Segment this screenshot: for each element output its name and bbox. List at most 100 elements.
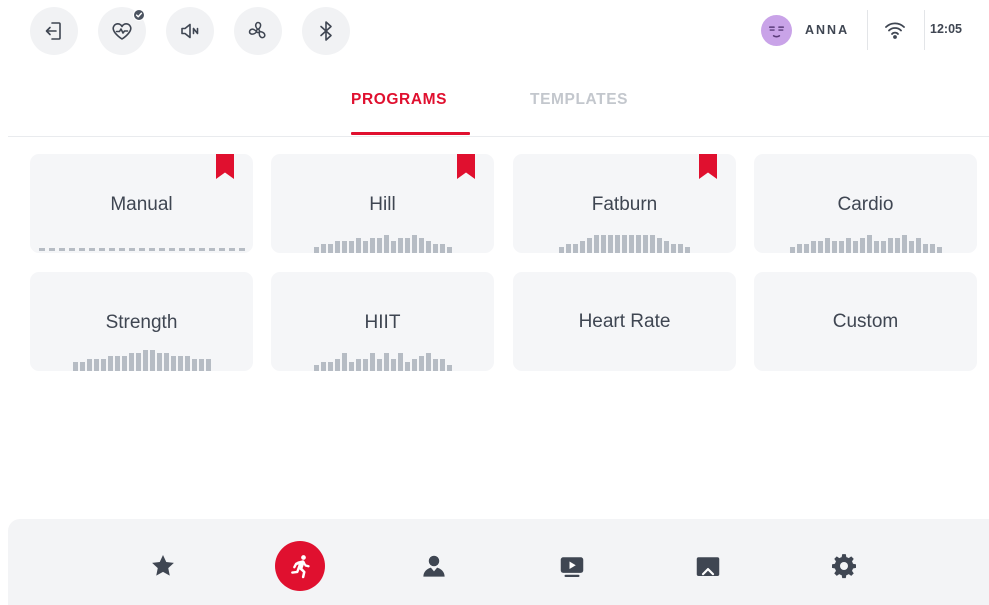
bluetooth-button[interactable] [302, 7, 350, 55]
profile-segment [238, 247, 245, 251]
user-profile[interactable]: ANNA [761, 14, 849, 46]
profile-bar [205, 359, 211, 371]
exit-button[interactable] [30, 7, 78, 55]
profile-bar [418, 356, 424, 371]
program-card-strength[interactable]: Strength [30, 272, 253, 371]
profile-segment [168, 247, 175, 251]
profile-bar [128, 353, 134, 371]
profile-bar [156, 353, 162, 371]
program-card-manual[interactable]: Manual [30, 154, 253, 253]
wifi-icon [885, 22, 905, 39]
program-card-hill[interactable]: Hill [271, 154, 494, 253]
profile-bar [86, 359, 92, 371]
program-label: Heart Rate [578, 311, 671, 332]
nav-videos[interactable] [547, 541, 597, 591]
profile-segment [108, 247, 115, 251]
sleepy-face-icon [761, 14, 792, 46]
user-name: ANNA [805, 23, 850, 37]
gear-icon [832, 554, 856, 579]
profile-bar [566, 244, 571, 253]
nav-favorites[interactable] [138, 541, 188, 591]
profile-segment [138, 247, 145, 251]
bookmark-icon[interactable] [457, 154, 475, 179]
bottom-navigation [8, 519, 989, 605]
profile-bar [908, 241, 914, 253]
video-icon [560, 557, 584, 577]
fan-button[interactable] [234, 7, 282, 55]
profile-bar [929, 244, 935, 253]
profile-bar [313, 365, 319, 371]
profile-bar [369, 353, 375, 371]
fan-icon [248, 21, 266, 39]
profile-bar [573, 244, 578, 253]
profile-bar [149, 350, 155, 371]
program-label: Strength [105, 312, 178, 333]
program-card-custom[interactable]: Custom [754, 272, 977, 371]
profile-bar [671, 244, 676, 253]
profile-bar [636, 235, 641, 253]
profile-bar [355, 238, 361, 253]
workout-profile [754, 223, 977, 253]
nav-profile[interactable] [409, 541, 459, 591]
sound-button[interactable] [166, 7, 214, 55]
bookmark-icon[interactable] [699, 154, 717, 179]
profile-bar [901, 235, 907, 253]
profile-segment [188, 247, 195, 251]
profile-bar [446, 247, 452, 253]
profile-bar [348, 362, 354, 371]
profile-segment [228, 247, 235, 251]
profile-bar [587, 238, 592, 253]
profile-bar [418, 238, 424, 253]
profile-bar [121, 356, 127, 371]
profile-bar [880, 241, 886, 253]
profile-bar [383, 235, 389, 253]
profile-bar [334, 359, 340, 371]
profile-bar [362, 359, 368, 371]
profile-bar [873, 241, 879, 253]
program-label: Hill [369, 194, 396, 215]
profile-bar [601, 235, 606, 253]
profile-bar [184, 356, 190, 371]
profile-bar [369, 238, 375, 253]
profile-bar [390, 359, 396, 371]
program-card-fatburn[interactable]: Fatburn [513, 154, 736, 253]
top-bar: ANNA 12:05 [0, 0, 989, 64]
tab-templates[interactable]: TEMPLATES [530, 91, 628, 109]
nav-gallery[interactable] [683, 541, 733, 591]
program-label: Fatburn [591, 194, 658, 215]
bookmark-icon[interactable] [216, 154, 234, 179]
nav-programs[interactable] [275, 541, 325, 591]
program-card-cardio[interactable]: Cardio [754, 154, 977, 253]
profile-bar [859, 238, 865, 253]
running-icon [291, 555, 310, 579]
program-card-heart-rate[interactable]: Heart Rate [513, 272, 736, 371]
nav-settings[interactable] [819, 541, 869, 591]
profile-bar [915, 238, 921, 253]
profile-bar [789, 247, 795, 253]
profile-segment [128, 247, 135, 251]
profile-segment [38, 247, 45, 251]
heart-rate-button[interactable] [98, 7, 146, 55]
profile-bar [425, 353, 431, 371]
profile-bar [810, 241, 816, 253]
profile-segment [68, 247, 75, 251]
profile-bar [376, 238, 382, 253]
profile-bar [383, 353, 389, 371]
profile-bar [313, 247, 319, 253]
clock: 12:05 [930, 22, 962, 36]
tab-programs[interactable]: PROGRAMS [351, 91, 447, 109]
profile-bar [320, 244, 326, 253]
profile-bar [341, 353, 347, 371]
profile-bar [936, 247, 942, 253]
program-card-hiit[interactable]: HIIT [271, 272, 494, 371]
profile-bar [320, 362, 326, 371]
profile-segment [148, 247, 155, 251]
profile-bar [615, 235, 620, 253]
workout-profile [513, 223, 736, 253]
profile-bar [114, 356, 120, 371]
profile-bar [341, 241, 347, 253]
star-icon [152, 555, 174, 576]
profile-bar [922, 244, 928, 253]
connected-check-icon [133, 9, 145, 21]
profile-bar [629, 235, 634, 253]
